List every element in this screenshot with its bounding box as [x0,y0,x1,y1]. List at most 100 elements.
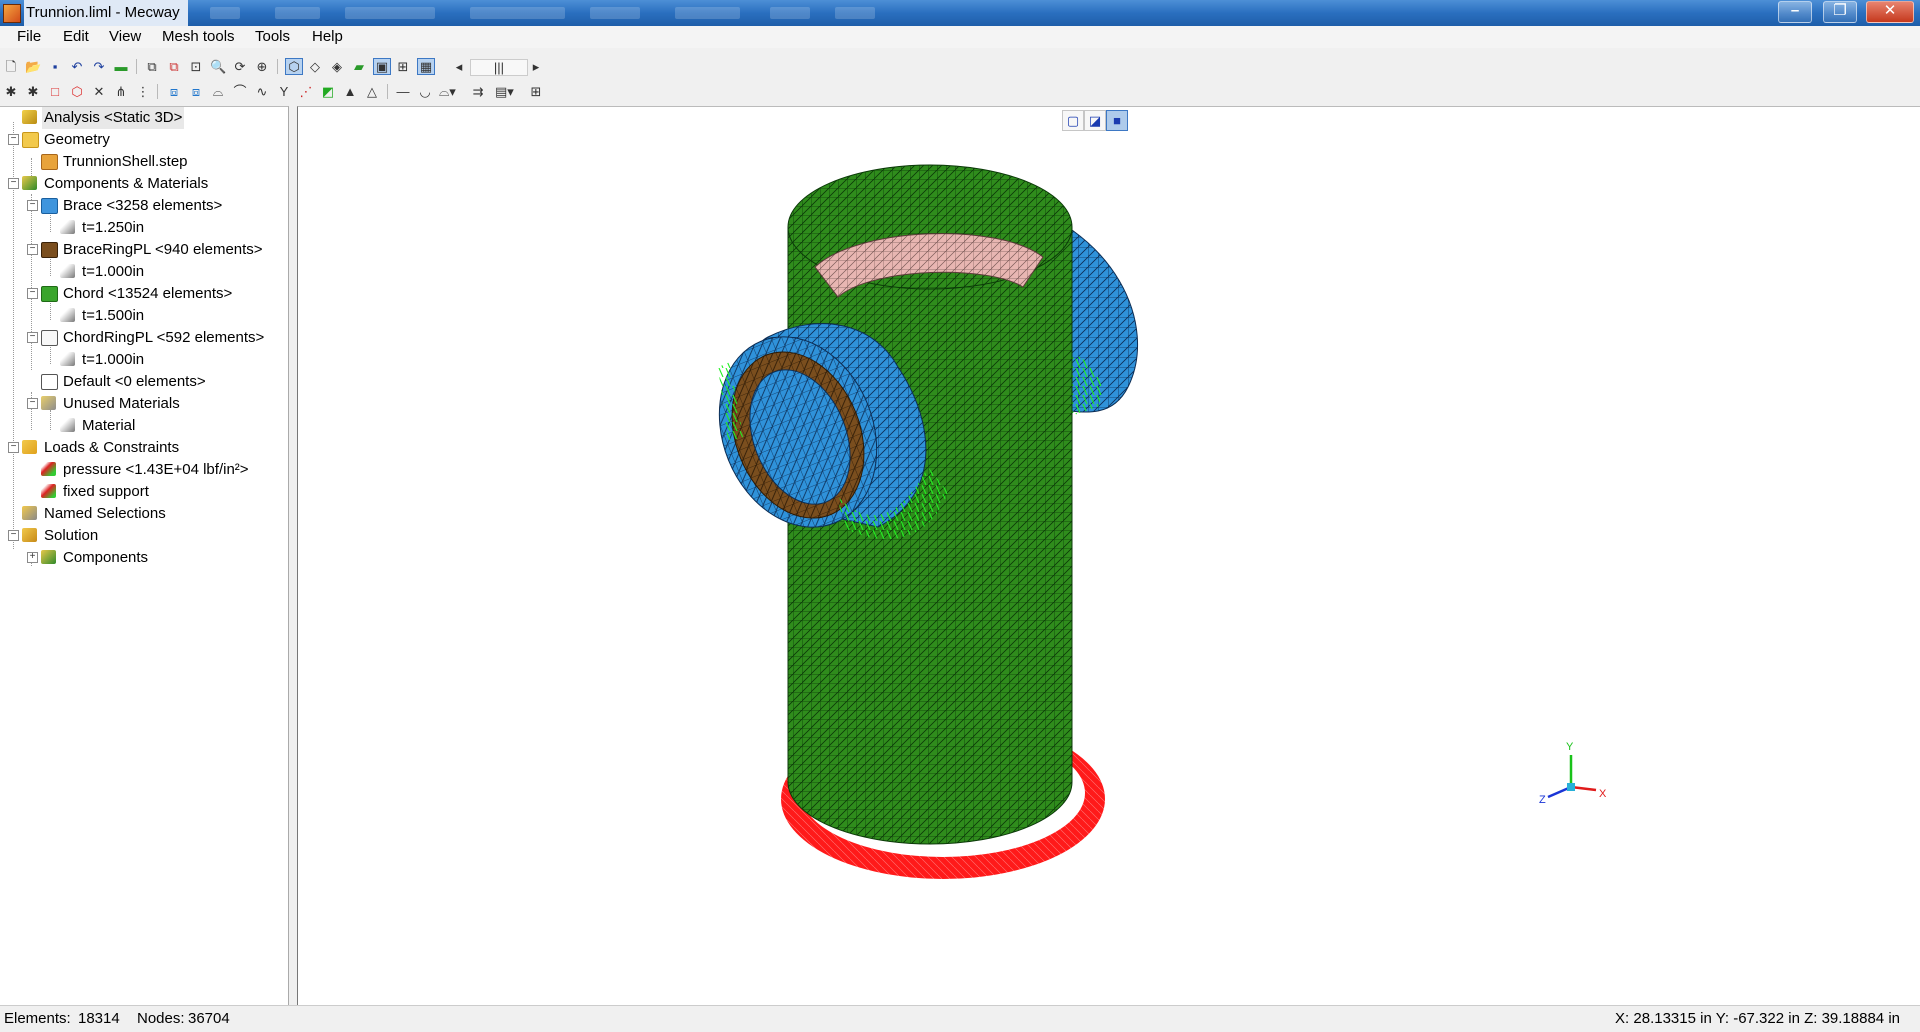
tree-item-chordring[interactable]: − ChordRingPL <592 elements> [0,327,288,349]
bend-icon[interactable]: ∿ [254,84,270,99]
menu-mesh-tools[interactable]: Mesh tools [162,26,235,48]
model-tree: Analysis <Static 3D> − Geometry Trunnion… [0,106,289,1006]
solve-icon[interactable]: ▬ [113,59,129,74]
table-icon[interactable]: ⊞ [528,84,544,99]
collapse-icon[interactable]: − [27,200,38,211]
save-icon[interactable]: ▪ [47,59,63,74]
tree-item-chord-thickness[interactable]: t=1.500in [0,305,288,327]
collapse-icon[interactable]: − [27,288,38,299]
scatter-icon[interactable]: ⋰ [298,84,314,99]
menu-file[interactable]: File [17,26,41,48]
select-faces-icon[interactable]: ◇ [307,59,323,74]
collapse-icon[interactable]: − [8,530,19,541]
tree-item-geometry-file[interactable]: TrunnionShell.step [0,151,288,173]
menu-bar: File Edit View Mesh tools Tools Help [0,26,1920,48]
chord-body [787,226,1073,845]
delete-icon[interactable]: ✕ [91,84,107,99]
tree-item-brace-thickness[interactable]: t=1.250in [0,217,288,239]
triangle-outline-icon[interactable]: △ [364,84,380,99]
split-icon[interactable]: ⋔ [113,84,129,99]
add-node-icon[interactable]: ✱ [25,84,41,99]
layers-dropdown-icon[interactable]: ▤▾ [495,84,514,99]
element-icon[interactable]: □ [47,84,63,99]
scroll-left-icon[interactable]: ◂ [451,59,467,74]
zoom-box-icon[interactable]: ⊡ [188,59,204,74]
tree-item-solution-components[interactable]: + Components [0,547,288,569]
tree-item-geometry[interactable]: − Geometry [0,129,288,151]
menu-edit[interactable]: Edit [63,26,89,48]
tree-item-loads[interactable]: − Loads & Constraints [0,437,288,459]
tree-item-fixed-support[interactable]: fixed support [0,481,288,503]
open-folder-icon[interactable]: 📂 [25,59,41,74]
shaded-view-icon[interactable]: ▣ [373,58,391,75]
panel-splitter[interactable] [289,106,297,1005]
collapse-icon[interactable]: − [27,332,38,343]
collapse-icon[interactable]: − [8,134,19,145]
triangle-fill-icon[interactable]: ▲ [342,84,358,99]
components-icon [22,176,37,190]
cursor-coordinates: X: 28.13315 in Y: -67.322 in Z: 39.18884… [1615,1010,1900,1027]
collapse-icon[interactable]: − [27,398,38,409]
tree-item-named-selections[interactable]: Named Selections [0,503,288,525]
paint-icon[interactable]: ◩ [320,84,336,99]
component-color-icon [41,374,58,390]
zoom-icon[interactable]: 🔍 [210,59,226,74]
undo-icon[interactable]: ↶ [69,59,85,74]
minimize-button[interactable]: – [1778,1,1812,23]
copy-view-icon[interactable]: ⧉ [144,59,160,74]
tree-item-chordring-thickness[interactable]: t=1.000in [0,349,288,371]
line-icon[interactable]: — [395,84,411,99]
tree-item-solution[interactable]: − Solution [0,525,288,547]
close-button[interactable]: ✕ [1866,1,1914,23]
tree-item-components[interactable]: − Components & Materials [0,173,288,195]
revolve-icon[interactable]: ⌓ [210,84,226,99]
align-dropdown-icon[interactable]: ⇉ [470,84,486,99]
expand-icon[interactable]: + [27,552,38,563]
restore-button[interactable]: ❐ [1823,1,1857,23]
redo-icon[interactable]: ↷ [91,59,107,74]
menu-tools[interactable]: Tools [255,26,290,48]
collapse-icon[interactable]: − [8,442,19,453]
tree-item-analysis[interactable]: Analysis <Static 3D> [0,107,288,129]
arc-icon[interactable]: ◡ [417,84,433,99]
tree-item-pressure[interactable]: pressure <1.43E+04 lbf/in²> [0,459,288,481]
y-split-icon[interactable]: Y [276,84,292,99]
sweep-icon[interactable]: ⌒ [232,84,248,99]
node-icon[interactable]: ✱ [3,84,19,99]
model-viewport[interactable]: ▢ ◪ ■ Y X Z [297,106,1920,1006]
rotate-icon[interactable]: ⟳ [232,59,248,74]
menu-view[interactable]: View [109,26,141,48]
title-bar-decoration [275,7,320,19]
thickness-icon [60,220,75,234]
toolbar-scrollbar[interactable]: ||| [470,59,528,76]
tree-item-bracering[interactable]: − BraceRingPL <940 elements> [0,239,288,261]
refine-icon[interactable]: ⧈ [166,84,182,99]
tree-item-material[interactable]: Material [0,415,288,437]
paste-icon[interactable]: ⧉ [166,59,182,74]
tree-item-default[interactable]: Default <0 elements> [0,371,288,393]
scroll-right-icon[interactable]: ▸ [528,59,544,74]
wireframe-view-icon[interactable]: ⊞ [395,59,411,74]
solid-element-icon[interactable]: ⬡ [69,84,85,99]
merge-icon[interactable]: ⋮ [135,84,151,99]
axis-triad: Y X Z [1539,741,1607,806]
tree-item-unused-materials[interactable]: − Unused Materials [0,393,288,415]
toolbar-separator [387,84,388,99]
extrude-icon[interactable]: ⧈ [188,84,204,99]
collapse-icon[interactable]: − [8,178,19,189]
menu-help[interactable]: Help [312,26,343,48]
new-file-icon[interactable]: 🗋 [3,59,19,74]
tree-item-chord[interactable]: − Chord <13524 elements> [0,283,288,305]
select-surfaces-icon[interactable]: ◈ [329,59,345,74]
toolbar-separator [157,84,158,99]
select-elements-icon[interactable]: ⬡ [285,58,303,75]
surface-dropdown-icon[interactable]: ⌓▾ [439,84,456,99]
tree-item-brace[interactable]: − Brace <3258 elements> [0,195,288,217]
fit-view-icon[interactable]: ⊕ [254,59,270,74]
select-shells-icon[interactable]: ▰ [351,59,367,74]
window-title: Trunnion.liml - Mecway [24,0,188,26]
collapse-icon[interactable]: − [27,244,38,255]
tree-item-label: Components & Materials [44,175,209,192]
mesh-view-icon[interactable]: ▦ [417,58,435,75]
tree-item-bracering-thickness[interactable]: t=1.000in [0,261,288,283]
